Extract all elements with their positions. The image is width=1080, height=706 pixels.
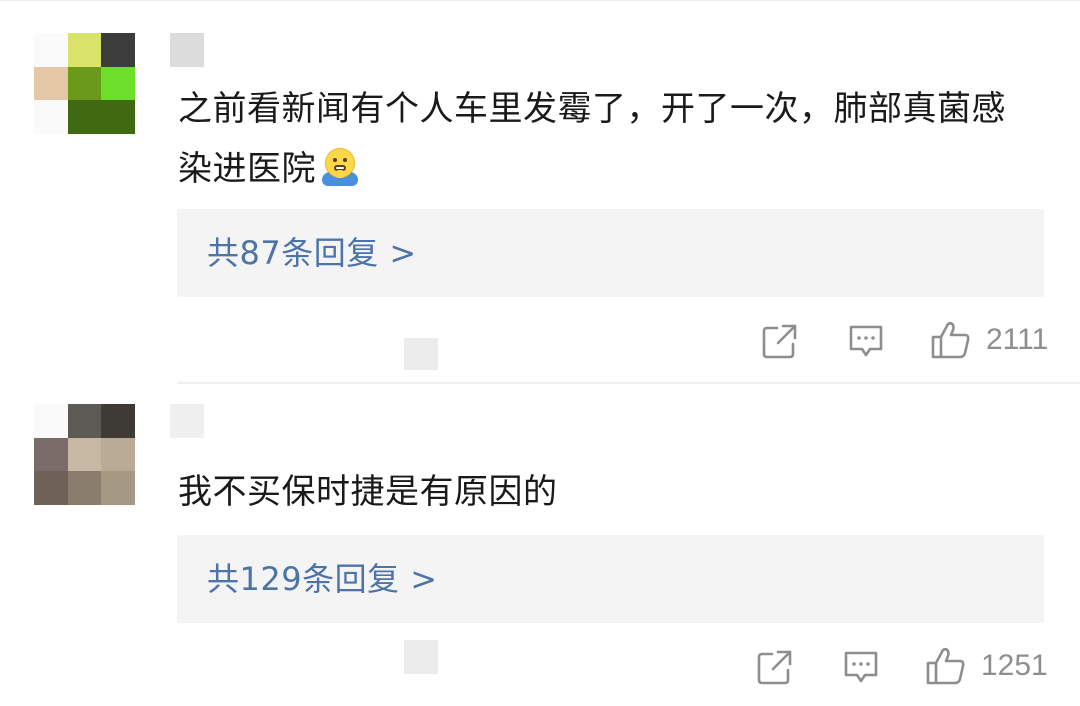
avatar[interactable] [34, 33, 135, 134]
thumbs-up-icon [926, 647, 965, 685]
share-icon [757, 650, 792, 685]
replies-box: 共129条回复 > [177, 535, 1044, 623]
comment-feed: 之前看新闻有个人车里发霉了，开了一次，肺部真菌感染进医院 共87条回复 > 21… [0, 0, 1080, 706]
share-button[interactable] [761, 321, 799, 361]
share-button[interactable] [756, 647, 794, 687]
view-replies-link[interactable]: 共87条回复 > [207, 209, 417, 297]
comment-text: 我不买保时捷是有原因的 [178, 462, 1038, 522]
like-button[interactable]: 1251 [925, 646, 1048, 686]
comment-divider [177, 382, 1080, 384]
like-count: 2111 [986, 323, 1049, 356]
replies-box: 共87条回复 > [177, 209, 1044, 297]
timestamp-redacted [404, 338, 438, 370]
like-count: 1251 [981, 649, 1048, 682]
pleading-face-icon [322, 148, 358, 186]
comment-button[interactable] [842, 647, 880, 687]
comment-icon [849, 325, 883, 357]
view-replies-link[interactable]: 共129条回复 > [207, 535, 438, 623]
username-redacted[interactable] [170, 33, 204, 67]
comment-icon [844, 651, 878, 683]
comment-text: 之前看新闻有个人车里发霉了，开了一次，肺部真菌感染进医院 [178, 79, 1038, 199]
comment-text-content: 之前看新闻有个人车里发霉了，开了一次，肺部真菌感染进医院 [178, 89, 1006, 189]
share-icon [762, 324, 797, 359]
like-button[interactable]: 2111 [930, 320, 1048, 360]
thumbs-up-icon [931, 321, 970, 359]
username-redacted[interactable] [170, 404, 204, 438]
comment-text-content: 我不买保时捷是有原因的 [178, 472, 558, 512]
comment-button[interactable] [847, 321, 885, 361]
timestamp-redacted [404, 640, 438, 674]
top-divider [0, 0, 1080, 1]
avatar[interactable] [34, 404, 135, 505]
